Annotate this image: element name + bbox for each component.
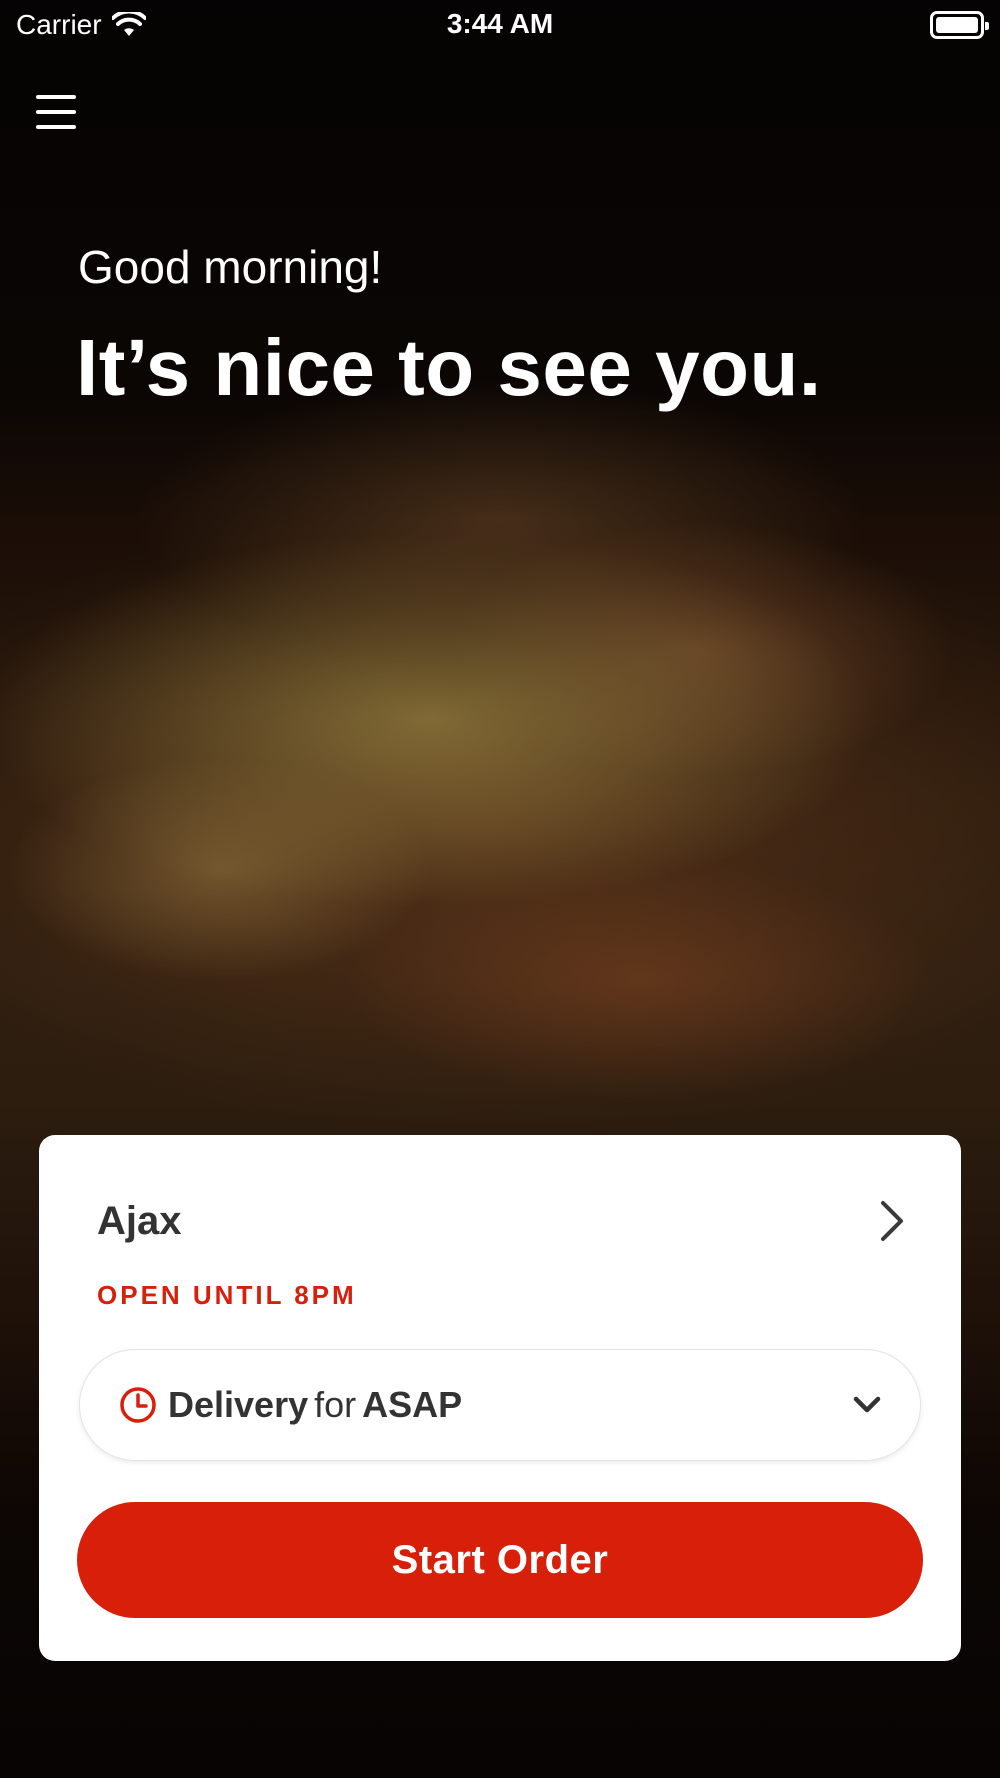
status-time: 3:44 AM [446, 8, 554, 39]
delivery-time: ASAP [362, 1384, 463, 1425]
status-bar: Carrier 3:44 AM [0, 0, 1000, 50]
hamburger-menu-icon[interactable] [34, 90, 78, 134]
chevron-down-icon [853, 1396, 881, 1413]
open-status: OPEN UNTIL 8PM [97, 1280, 357, 1310]
greeting-headline: It’s nice to see you. [76, 323, 822, 412]
clock-icon [120, 1387, 156, 1423]
battery-icon [930, 11, 989, 39]
battery-level [936, 17, 978, 33]
order-card: Ajax OPEN UNTIL 8PM Delivery for ASAP Star… [39, 1135, 961, 1661]
store-name: Ajax [97, 1198, 182, 1243]
delivery-connector: for [314, 1384, 357, 1425]
chevron-right-icon [881, 1201, 903, 1241]
delivery-mode: Delivery [168, 1384, 309, 1425]
start-order-button[interactable]: Start Order [77, 1502, 923, 1618]
store-selector[interactable]: Ajax [97, 1191, 911, 1251]
delivery-summary: Delivery for ASAP [168, 1384, 462, 1426]
menu-line [36, 95, 76, 99]
delivery-time-dropdown[interactable]: Delivery for ASAP [79, 1349, 921, 1461]
menu-line [36, 125, 76, 129]
greeting-subtitle: Good morning! [78, 241, 383, 293]
menu-line [36, 110, 76, 114]
